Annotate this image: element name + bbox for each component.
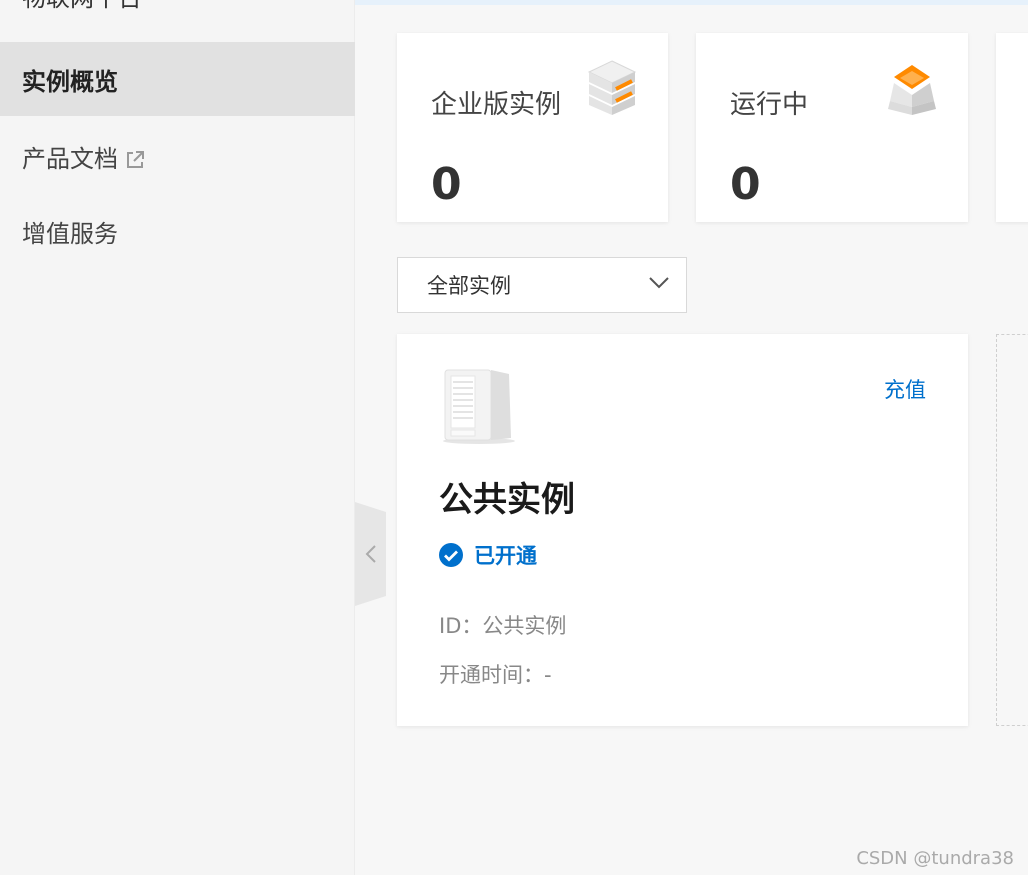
- stat-label: 企业版实例: [431, 90, 562, 120]
- recharge-link[interactable]: 充值: [884, 374, 926, 404]
- server-icon: [439, 366, 519, 450]
- add-instance-placeholder[interactable]: [996, 334, 1028, 726]
- status-text: 已开通: [474, 544, 537, 568]
- chevron-down-icon: [649, 277, 669, 289]
- status-badge: 已开通: [438, 540, 537, 570]
- instance-id: ID：公共实例: [439, 614, 567, 638]
- select-value: 全部实例: [427, 274, 511, 298]
- pyramid-layers-icon: [886, 61, 938, 121]
- top-strip: [355, 0, 1028, 5]
- sidebar-title: 物联网平台: [22, 0, 142, 10]
- instance-filter-select[interactable]: 全部实例: [397, 257, 687, 313]
- sidebar-item-label: 实例概览: [22, 67, 118, 96]
- stacked-servers-icon: [585, 59, 639, 121]
- chevron-left-icon: [365, 544, 377, 564]
- sidebar: 物联网平台 实例概览 产品文档 增值服务: [0, 0, 355, 875]
- sidebar-item-label: 产品文档: [22, 144, 118, 173]
- sidebar-item-label: 增值服务: [22, 219, 118, 248]
- sidebar-item-value-added[interactable]: 增值服务: [0, 194, 355, 268]
- instance-title: 公共实例: [439, 480, 575, 520]
- external-link-icon: [126, 147, 144, 168]
- sidebar-item-product-docs[interactable]: 产品文档: [0, 119, 355, 193]
- stat-value: 0: [730, 159, 761, 210]
- stat-card-running: 运行中 0: [696, 33, 968, 222]
- sidebar-item-instance-overview[interactable]: 实例概览: [0, 42, 355, 116]
- sidebar-collapse-handle[interactable]: [355, 502, 386, 606]
- instance-opened-time: 开通时间：-: [439, 663, 552, 687]
- check-circle-icon: [439, 543, 463, 567]
- stat-label: 运行中: [730, 90, 809, 120]
- stat-value: 0: [431, 159, 462, 210]
- stat-card-enterprise: 企业版实例 0: [397, 33, 668, 222]
- public-instance-card[interactable]: 充值 公共实例 已开通 ID：公共实例 开通时间：-: [397, 334, 968, 726]
- stat-card-partial: [996, 33, 1028, 222]
- watermark: CSDN @tundra38: [856, 848, 1014, 869]
